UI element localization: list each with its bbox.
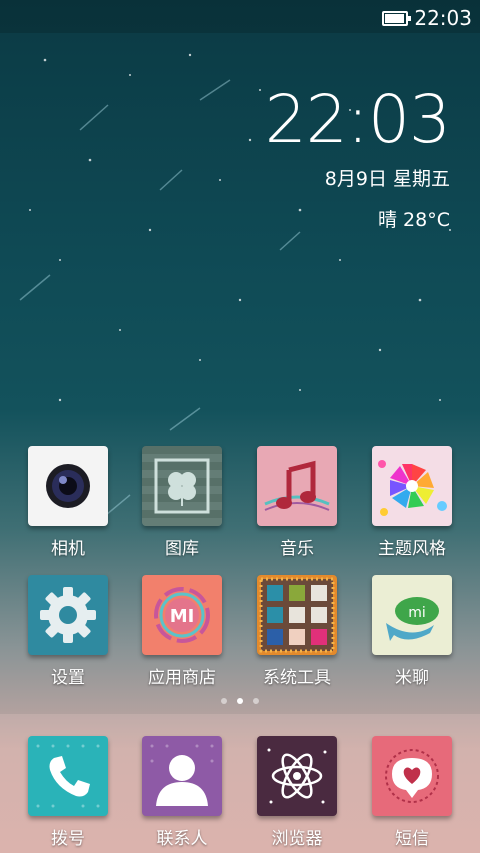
gear-icon — [28, 575, 108, 655]
widget-clock-time: 22:03 — [264, 81, 451, 158]
app-label: 图库 — [165, 539, 199, 559]
person-icon — [142, 736, 222, 816]
phone-icon — [28, 736, 108, 816]
app-label: 联系人 — [156, 829, 208, 849]
app-label: 米聊 — [395, 668, 429, 688]
app-label: 系统工具 — [263, 668, 331, 688]
heart-bubble-icon — [372, 736, 452, 816]
system-tools-app[interactable]: 系统工具 — [242, 575, 352, 688]
app-label: 浏览器 — [271, 829, 323, 849]
miliao-app[interactable]: mi 米聊 — [357, 575, 467, 688]
atom-icon — [257, 736, 337, 816]
battery-icon — [382, 10, 412, 26]
app-label: 短信 — [395, 829, 429, 849]
status-bar: 22:03 — [0, 0, 480, 33]
gallery-app[interactable]: 图库 — [127, 446, 237, 559]
app-store-app[interactable]: MI 应用商店 — [127, 575, 237, 688]
clock-widget[interactable]: 22:03 8月9日 星期五 晴 28°C — [264, 81, 451, 232]
widget-weather: 晴 28°C — [378, 209, 450, 231]
app-label: 拨号 — [51, 829, 85, 849]
app-label: 设置 — [51, 668, 85, 688]
miliao-badge-text: mi — [408, 605, 426, 621]
chat-bubble-icon: mi — [372, 575, 452, 655]
dialer-app[interactable]: 拨号 — [13, 736, 123, 849]
status-time: 22:03 — [414, 6, 472, 30]
themes-app[interactable]: 主题风格 — [357, 446, 467, 559]
camera-app[interactable]: 相机 — [13, 446, 123, 559]
page-dot[interactable] — [253, 698, 259, 704]
clover-icon — [142, 446, 222, 526]
camera-icon — [28, 446, 108, 526]
page-dot-active[interactable] — [237, 698, 243, 704]
app-label: 应用商店 — [148, 668, 216, 688]
settings-app[interactable]: 设置 — [13, 575, 123, 688]
music-note-icon — [257, 446, 337, 526]
page-indicator[interactable] — [0, 698, 480, 704]
store-badge-text: MI — [170, 606, 195, 627]
sms-app[interactable]: 短信 — [357, 736, 467, 849]
browser-app[interactable]: 浏览器 — [242, 736, 352, 849]
app-label: 音乐 — [280, 539, 314, 559]
page-dot[interactable] — [221, 698, 227, 704]
mi-ring-icon: MI — [142, 575, 222, 655]
contacts-app[interactable]: 联系人 — [127, 736, 237, 849]
app-label: 主题风格 — [378, 539, 446, 559]
folder-icon — [257, 575, 337, 655]
color-petals-icon — [372, 446, 452, 526]
widget-date: 8月9日 星期五 — [324, 168, 450, 190]
app-label: 相机 — [51, 539, 85, 559]
music-app[interactable]: 音乐 — [242, 446, 352, 559]
